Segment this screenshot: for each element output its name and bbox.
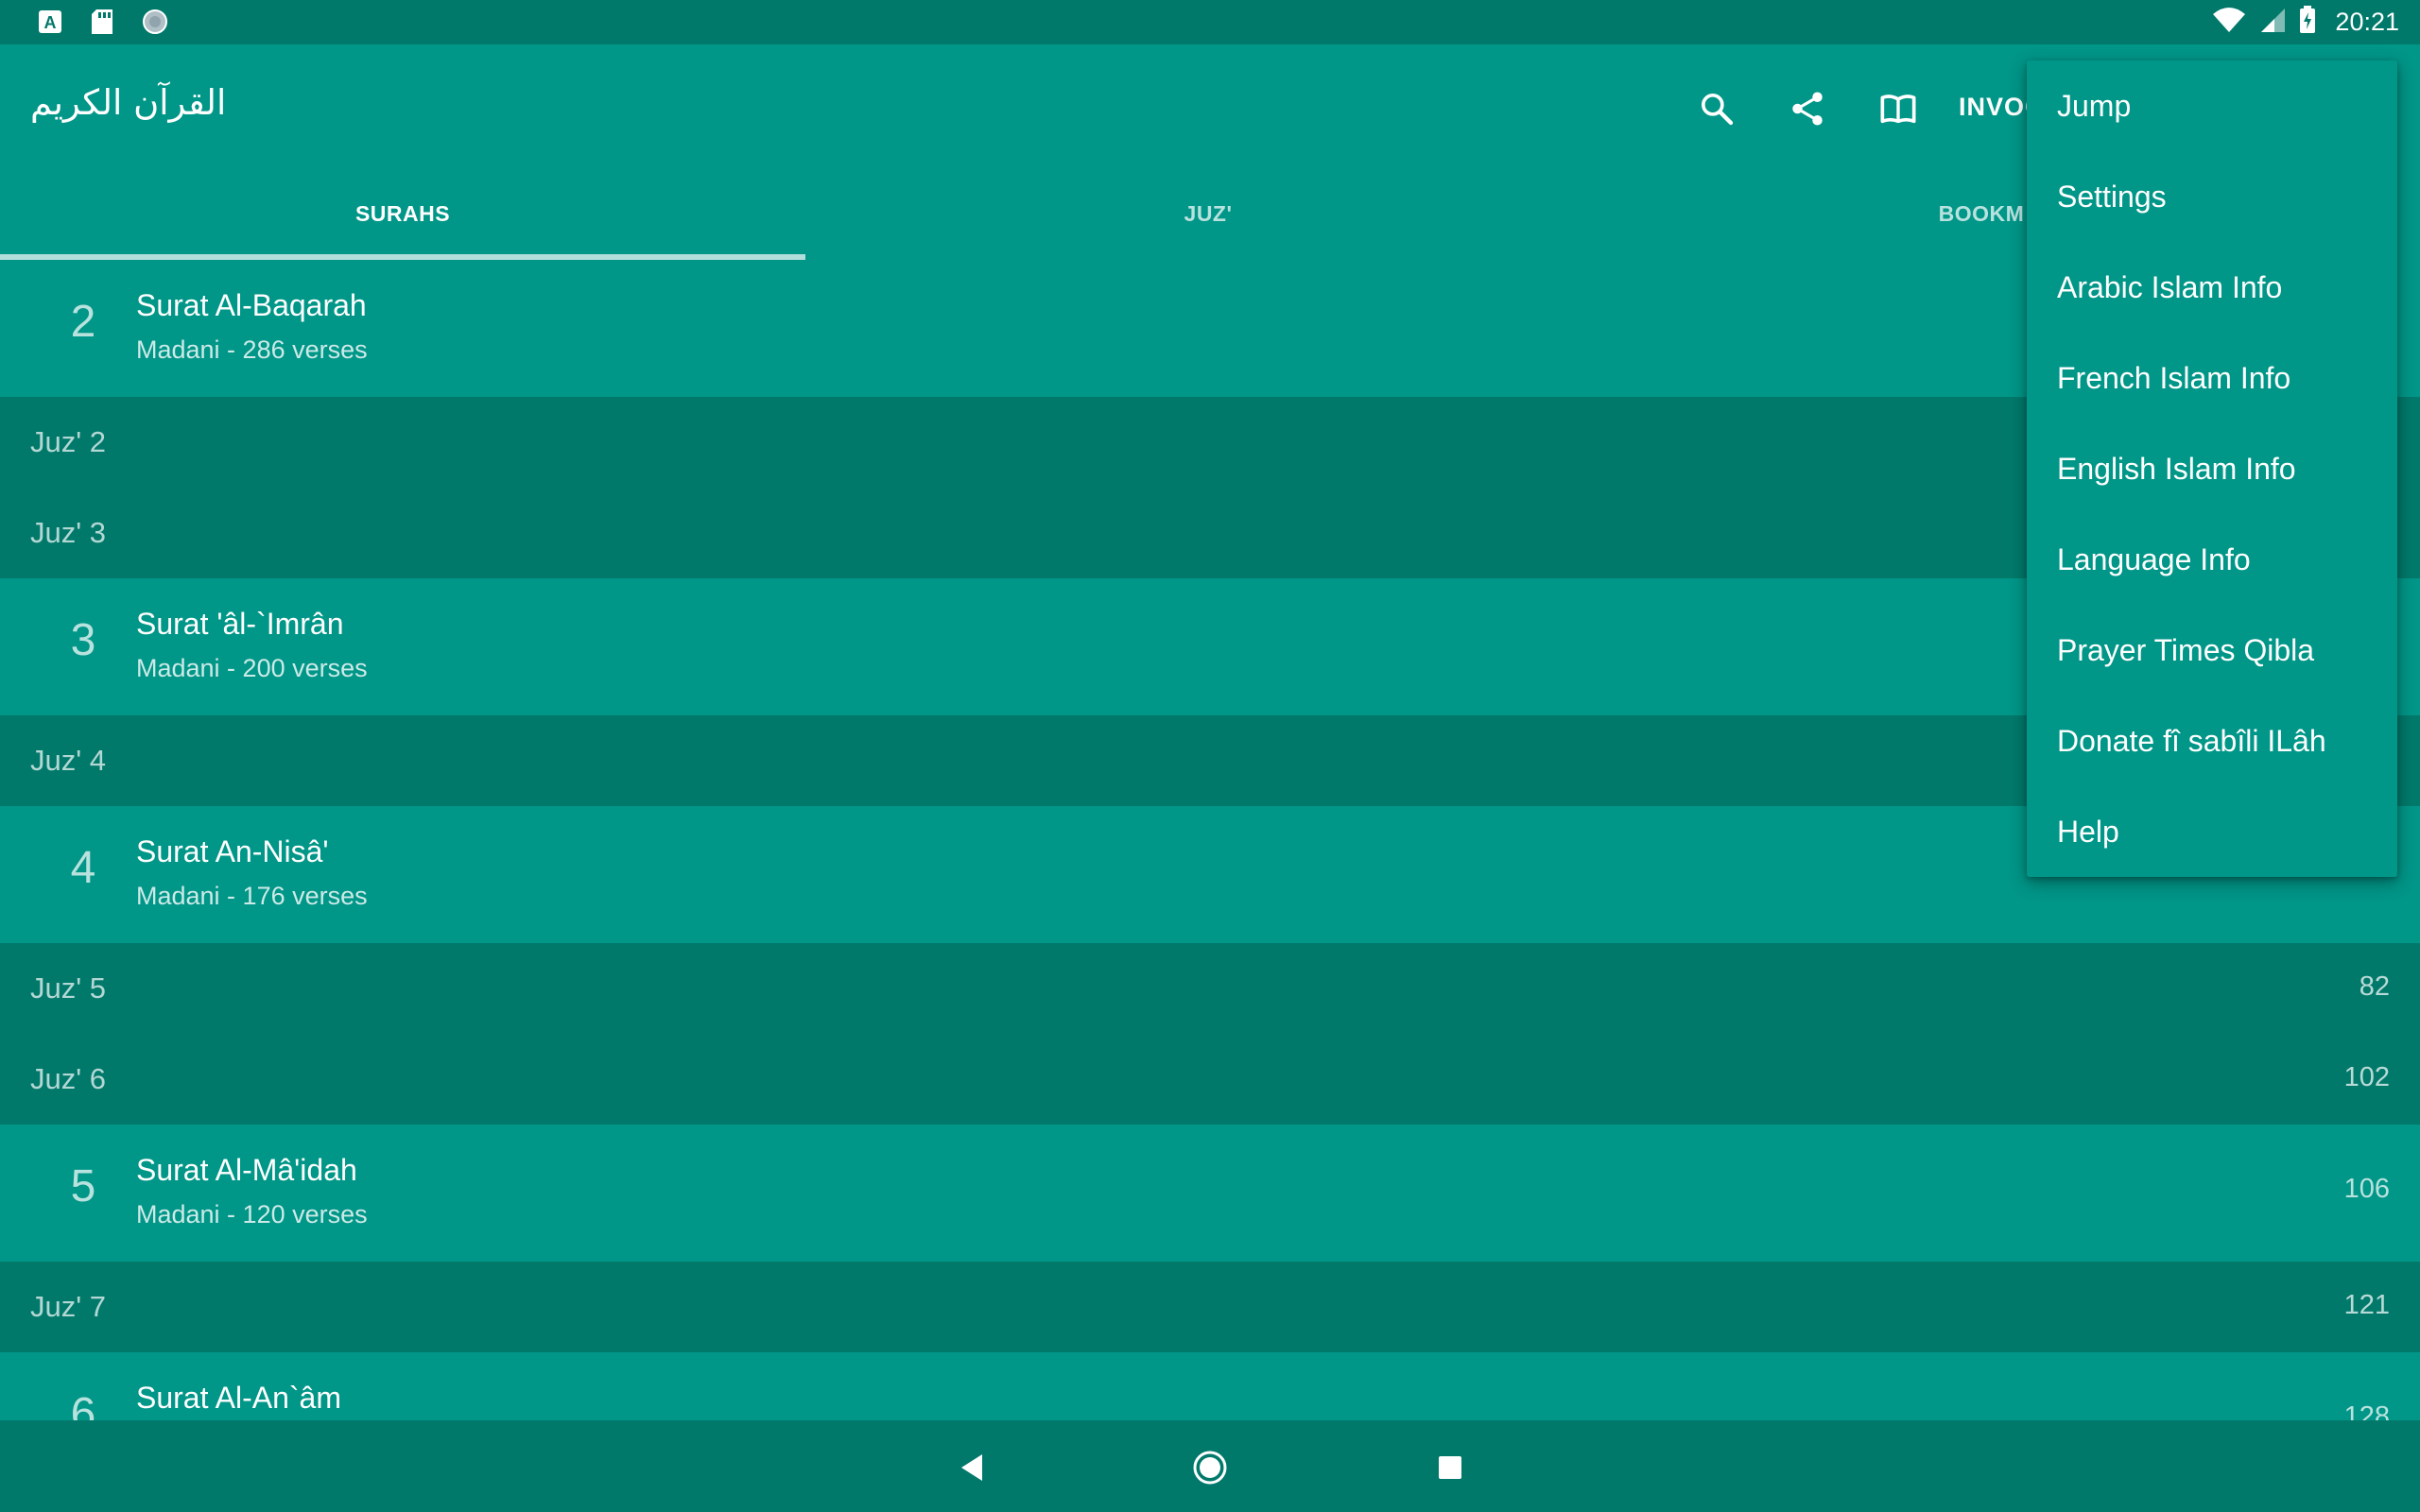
menu-item-arabic-islam-info[interactable]: Arabic Islam Info (2027, 242, 2397, 333)
home-circle-icon (1193, 1451, 1227, 1485)
book-open-icon (1880, 94, 1916, 124)
recents-square-icon (1439, 1456, 1461, 1479)
back-triangle-icon (961, 1454, 982, 1481)
share-icon (1792, 92, 1823, 126)
list-item-juz[interactable]: Juz' 6 102 (0, 1034, 2420, 1125)
surah-name: Surat An-Nisâ' (136, 834, 329, 868)
list-item-surah[interactable]: 6 Surat Al-An`âm 128 (0, 1352, 2420, 1420)
juz-label: Juz' 5 (30, 971, 107, 1005)
surah-number: 3 (70, 615, 96, 665)
book-button[interactable] (1872, 82, 1925, 135)
surah-name: Surat Al-Mâ'idah (136, 1153, 357, 1187)
surah-number: 4 (70, 843, 96, 893)
menu-item-help[interactable]: Help (2027, 786, 2397, 877)
status-right-icons: 20:21 (2212, 6, 2399, 38)
surah-name: Surat Al-An`âm (136, 1381, 341, 1415)
page-number: 106 (2343, 1174, 2390, 1204)
status-left-icons: A (38, 9, 168, 39)
menu-item-donate[interactable]: Donate fî sabîli ILâh (2027, 696, 2397, 786)
page-number: 128 (2343, 1401, 2390, 1420)
home-button[interactable] (1184, 1441, 1236, 1494)
a-notification-icon: A (38, 9, 62, 38)
surah-subtitle: Madani - 200 verses (136, 654, 368, 682)
juz-label: Juz' 3 (30, 516, 107, 549)
wifi-icon (2212, 7, 2246, 37)
menu-item-language-info[interactable]: Language Info (2027, 514, 2397, 605)
surah-number: 2 (70, 297, 96, 347)
page-number: 121 (2343, 1290, 2390, 1320)
surah-name: Surat 'âl-`Imrân (136, 607, 344, 641)
svg-text:A: A (44, 13, 57, 32)
menu-item-settings[interactable]: Settings (2027, 151, 2397, 242)
juz-label: Juz' 6 (30, 1062, 107, 1095)
tab-surahs[interactable]: SURAHS (0, 167, 805, 260)
juz-label: Juz' 4 (30, 744, 107, 777)
sd-card-icon (91, 9, 113, 39)
page-number: 82 (2359, 971, 2390, 1002)
signal-icon (2259, 7, 2286, 37)
back-button[interactable] (945, 1441, 998, 1494)
surah-number: 5 (70, 1161, 96, 1211)
battery-charging-icon (2299, 6, 2316, 38)
overflow-menu: Jump Settings Arabic Islam Info French I… (2027, 60, 2397, 877)
menu-item-english-islam-info[interactable]: English Islam Info (2027, 423, 2397, 514)
tab-juz[interactable]: JUZ' (805, 167, 1611, 260)
list-item-juz[interactable]: Juz' 5 82 (0, 943, 2420, 1034)
surah-subtitle: Madani - 120 verses (136, 1200, 368, 1228)
menu-item-prayer-times-qibla[interactable]: Prayer Times Qibla (2027, 605, 2397, 696)
list-item-surah[interactable]: 5 Surat Al-Mâ'idah Madani - 120 verses 1… (0, 1125, 2420, 1262)
status-bar: A 20:21 (0, 0, 2420, 44)
juz-label: Juz' 7 (30, 1290, 107, 1323)
menu-item-french-islam-info[interactable]: French Islam Info (2027, 333, 2397, 423)
search-icon (1702, 94, 1734, 126)
surah-name: Surat Al-Baqarah (136, 288, 367, 322)
status-time: 20:21 (2335, 7, 2399, 36)
surah-number: 6 (70, 1389, 96, 1420)
juz-label: Juz' 2 (30, 425, 107, 458)
recents-button[interactable] (1424, 1441, 1477, 1494)
circle-notification-icon (142, 9, 168, 39)
list-item-juz[interactable]: Juz' 7 121 (0, 1262, 2420, 1352)
navigation-bar (0, 1420, 2420, 1512)
page-number: 102 (2343, 1062, 2390, 1092)
menu-item-jump[interactable]: Jump (2027, 60, 2397, 151)
surah-subtitle: Madani - 176 verses (136, 882, 368, 910)
search-button[interactable] (1690, 82, 1743, 135)
share-button[interactable] (1781, 82, 1834, 135)
surah-subtitle: Madani - 286 verses (136, 335, 368, 364)
